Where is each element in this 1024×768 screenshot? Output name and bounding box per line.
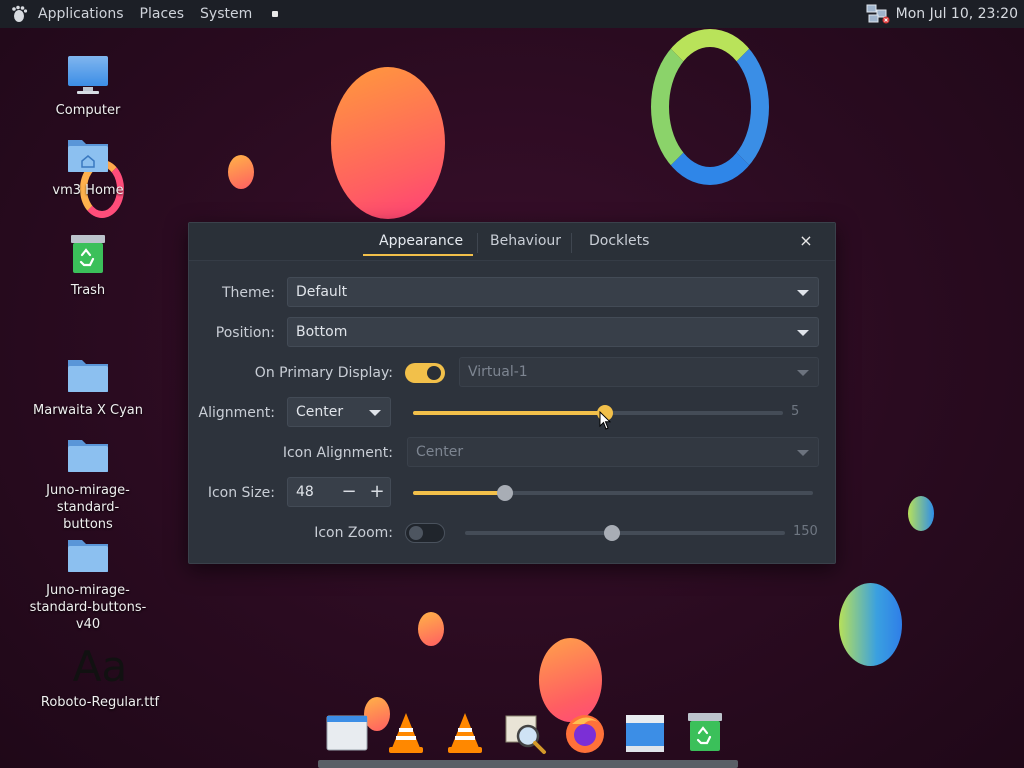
font-file-icon: Aa: [72, 642, 128, 691]
desktop-icon-home[interactable]: vm3 Home: [13, 132, 163, 199]
desktop-icon-label: Juno-mirage-standard-buttons-v40: [29, 583, 147, 632]
alignment-slider[interactable]: [413, 405, 783, 421]
icon-zoom-label: Icon Zoom:: [314, 525, 393, 541]
gnome-foot-icon[interactable]: [10, 5, 28, 23]
icon-size-value[interactable]: 48: [296, 478, 314, 506]
position-value: Bottom: [296, 324, 348, 340]
desktop-icon-label: Marwaita X Cyan: [33, 403, 143, 418]
desktop-icon-label: vm3 Home: [52, 183, 124, 198]
desktop-icon-folder[interactable]: Marwaita X Cyan: [13, 352, 163, 419]
top-panel: Applications Places System Mon Jul 10, 2…: [0, 0, 1024, 28]
menu-system[interactable]: System: [192, 0, 260, 28]
icon-alignment-label: Icon Alignment:: [282, 445, 393, 461]
menu-applications[interactable]: Applications: [30, 0, 132, 28]
position-label: Position:: [215, 325, 275, 341]
wallpaper-blob-small: [228, 155, 254, 189]
desktop-icon-folder[interactable]: Juno-mirage-standard-buttons: [13, 432, 163, 533]
chevron-down-icon: [797, 290, 809, 296]
desktop-icon-label: Juno-mirage-standard-buttons: [46, 483, 130, 532]
window-list-indicator[interactable]: [272, 11, 279, 17]
desktop-icon-label: Computer: [55, 103, 121, 118]
image-viewer-icon[interactable]: [502, 710, 548, 756]
slider-fill: [413, 491, 505, 495]
desktop-icon-computer[interactable]: Computer: [13, 52, 163, 119]
menu-places[interactable]: Places: [132, 0, 193, 28]
icon-alignment-value: Center: [416, 444, 464, 460]
wallpaper-blob-blue: [839, 583, 902, 666]
toggle-knob: [427, 366, 441, 380]
icon-alignment-select: Center: [407, 437, 819, 467]
folder-icon: [68, 360, 108, 392]
mouse-cursor-icon: [599, 411, 611, 430]
tab-separator: [571, 233, 572, 253]
firefox-icon[interactable]: [562, 710, 608, 756]
folder-icon: [68, 540, 108, 572]
icon-zoom-slider[interactable]: [465, 525, 785, 541]
screen-icon[interactable]: [622, 710, 668, 756]
tab-bar: Appearance Behaviour Docklets ×: [189, 223, 835, 261]
icon-size-spinbutton[interactable]: 48 − +: [287, 477, 391, 507]
desktop-icon-font-file[interactable]: Aa Roboto-Regular.ttf: [25, 640, 175, 711]
position-select[interactable]: Bottom: [287, 317, 819, 347]
toggle-knob: [409, 526, 423, 540]
minus-icon[interactable]: −: [336, 478, 362, 506]
slider-thumb[interactable]: [497, 485, 513, 501]
theme-select[interactable]: Default: [287, 277, 819, 307]
active-tab-indicator: [363, 254, 473, 256]
chevron-down-icon: [369, 410, 381, 416]
primary-display-toggle[interactable]: [405, 363, 445, 383]
tab-appearance[interactable]: Appearance: [379, 233, 463, 255]
desktop-icon-trash[interactable]: Trash: [13, 232, 163, 299]
icon-zoom-slider-value: 150: [793, 524, 818, 539]
primary-display-label: On Primary Display:: [254, 365, 393, 381]
display-select: Virtual-1: [459, 357, 819, 387]
window-icon[interactable]: [324, 710, 370, 756]
close-icon[interactable]: ×: [797, 232, 815, 250]
wallpaper-blob-green: [908, 496, 934, 531]
alignment-slider-value: 5: [791, 404, 800, 419]
folder-icon: [68, 440, 108, 472]
alignment-label: Alignment:: [198, 405, 275, 421]
wallpaper-blob-large: [331, 67, 445, 219]
icon-zoom-toggle[interactable]: [405, 523, 445, 543]
clock[interactable]: Mon Jul 10, 23:20: [896, 6, 1024, 22]
tab-docklets[interactable]: Docklets: [589, 233, 649, 255]
vlc-icon[interactable]: [383, 710, 429, 756]
trash-icon[interactable]: [682, 710, 728, 756]
computer-icon: [68, 56, 108, 94]
dock: [318, 704, 738, 768]
icon-size-slider[interactable]: [413, 485, 813, 501]
vlc-icon[interactable]: [442, 710, 488, 756]
alignment-value: Center: [296, 404, 344, 420]
theme-label: Theme:: [221, 285, 275, 301]
display-value: Virtual-1: [468, 364, 528, 380]
dock-shelf: [318, 760, 738, 768]
wallpaper-ring: [651, 29, 769, 185]
chevron-down-icon: [797, 330, 809, 336]
network-icon[interactable]: [866, 4, 890, 24]
wallpaper-blob-orange: [418, 612, 444, 646]
alignment-select[interactable]: Center: [287, 397, 391, 427]
trash-icon: [71, 235, 105, 273]
desktop-icon-label: Roboto-Regular.ttf: [40, 695, 160, 710]
dock-preferences-dialog: Appearance Behaviour Docklets × Theme: D…: [188, 222, 836, 564]
slider-fill: [413, 411, 606, 415]
desktop-icon-folder[interactable]: Juno-mirage-standard-buttons-v40: [13, 532, 163, 633]
slider-thumb[interactable]: [604, 525, 621, 541]
tab-behaviour[interactable]: Behaviour: [490, 233, 561, 255]
plus-icon[interactable]: +: [364, 478, 390, 506]
chevron-down-icon: [797, 450, 809, 456]
home-folder-icon: [68, 140, 108, 172]
desktop-icon-label: Trash: [70, 283, 106, 298]
tab-separator: [477, 233, 478, 253]
theme-value: Default: [296, 284, 348, 300]
icon-size-label: Icon Size:: [207, 485, 275, 501]
chevron-down-icon: [797, 370, 809, 376]
